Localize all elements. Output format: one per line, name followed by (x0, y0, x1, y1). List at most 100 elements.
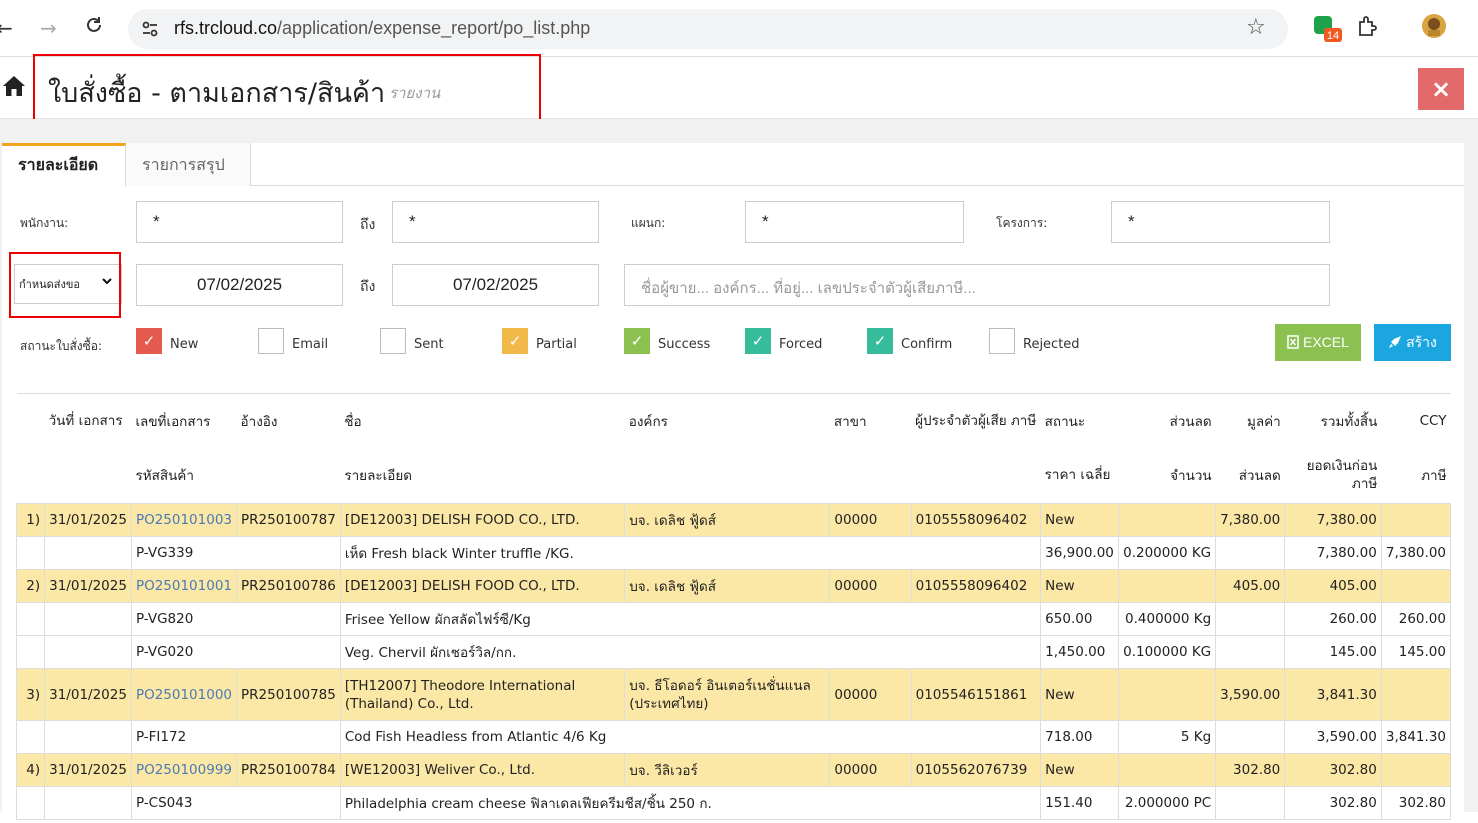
pre-tax-amount: 260.00 (1284, 602, 1382, 636)
header-cell-blank (16, 393, 45, 448)
product-code: P-VG820 (130, 602, 341, 636)
extension-icon[interactable]: 14 (1312, 14, 1342, 48)
item-discount (1215, 602, 1286, 636)
quantity: 2.000000 PC (1118, 786, 1217, 820)
status-label-new: New (170, 337, 199, 352)
product-code: P-VG339 (130, 536, 341, 570)
doc-number-link[interactable]: PO250101000 (130, 668, 238, 721)
date-from-input[interactable]: 07/02/2025 (136, 264, 343, 306)
create-button[interactable]: สร้าง (1374, 324, 1451, 361)
header-cell: ยอดเงินก่อน ภาษี (1306, 458, 1378, 493)
header-cell-blank (45, 448, 132, 504)
status-label-partial: Partial (536, 337, 577, 352)
quantity: 0.200000 KG (1118, 536, 1217, 570)
header-cell: CCY (1381, 393, 1451, 448)
date-type-select[interactable]: กำหนดส่งขอ (14, 264, 122, 304)
employee-label: พนักงาน: (20, 216, 69, 230)
reload-icon[interactable] (84, 14, 104, 42)
url-text: rfs.trcloud.co/application/expense_repor… (174, 18, 591, 38)
tax-amount: 145.00 (1380, 635, 1452, 669)
bookmark-star-icon[interactable]: ☆ (1246, 15, 1266, 40)
blank-cell (44, 720, 132, 754)
status-checkbox-success[interactable]: ✓ (624, 328, 650, 354)
doc-date: 31/01/2025 (44, 569, 132, 603)
status-checkbox-partial[interactable]: ✓ (502, 328, 528, 354)
reference: PR250100785 (236, 668, 341, 721)
description: เห็ด Fresh black Winter truffle /KG. (339, 536, 1042, 570)
date-to-input[interactable]: 07/02/2025 (392, 264, 599, 306)
total: 302.80 (1284, 753, 1382, 787)
item-row: P-VG020 Veg. Chervil ผักเชอร์วิล/กก. 1,450… (15, 635, 1452, 669)
branch: 00000 (829, 569, 912, 603)
status-checkbox-confirm[interactable]: ✓ (867, 328, 893, 354)
blank-cell (44, 786, 132, 820)
status-label-sent: Sent (414, 337, 444, 352)
date-type-value: กำหนดส่งขอ (19, 279, 80, 291)
avg-price: 36,900.00 (1040, 536, 1120, 570)
doc-number-link[interactable]: PO250101003 (130, 503, 238, 537)
status-label-confirm: Confirm (901, 337, 953, 352)
status: New (1040, 503, 1120, 537)
employee-to-input[interactable]: * (392, 201, 599, 243)
status-checkbox-forced[interactable]: ✓ (745, 328, 771, 354)
excel-button[interactable]: EXCEL (1275, 324, 1361, 361)
profile-avatar[interactable] (1420, 12, 1448, 44)
status-checkbox-rejected[interactable] (989, 328, 1015, 354)
close-button[interactable]: × (1418, 68, 1464, 110)
quantity: 5 Kg (1118, 720, 1217, 754)
status-checkbox-sent[interactable] (380, 328, 406, 354)
vendor-name: [TH12007] Theodore International (Thaila… (339, 668, 626, 721)
tax-amount: 7,380.00 (1380, 536, 1452, 570)
reference: PR250100786 (236, 569, 341, 603)
description: Philadelphia cream cheese ฟิลาเดลเฟียครี… (339, 786, 1042, 820)
product-code: P-CS043 (130, 786, 341, 820)
branch: 00000 (829, 503, 912, 537)
status: New (1040, 569, 1120, 603)
blank-cell (15, 720, 46, 754)
po-row: 4) 31/01/2025 PO250100999 PR250100784 [WE120… (15, 753, 1452, 787)
status-checkbox-email[interactable] (258, 328, 284, 354)
status: New (1040, 753, 1120, 787)
tab-detail[interactable]: รายละเอียด (2, 143, 126, 187)
status-checkbox-new[interactable]: ✓ (136, 328, 162, 354)
header-cell: ราคา เฉลี่ย (1044, 467, 1111, 484)
blank-cell (15, 536, 46, 570)
doc-number-link[interactable]: PO250100999 (130, 753, 238, 787)
tax-id: 0105562076739 (910, 753, 1042, 787)
header-cell: รหัสสินค้า (135, 468, 194, 485)
header-cell: ภาษี (1421, 468, 1447, 485)
currency (1380, 503, 1452, 537)
discount (1118, 668, 1217, 721)
doc-date: 31/01/2025 (44, 753, 132, 787)
department-input[interactable]: * (745, 201, 964, 243)
puzzle-extensions-icon[interactable] (1356, 14, 1380, 42)
extension-badge: 14 (1327, 30, 1339, 42)
site-settings-icon[interactable] (140, 19, 160, 43)
forward-icon[interactable]: → (40, 14, 57, 42)
value: 302.80 (1215, 753, 1286, 787)
page-header: ใบสั่งซื้อ - ตามเอกสาร/สินค้า รายงาน (0, 57, 1478, 119)
employee-from-input[interactable]: * (136, 201, 343, 243)
blank-cell (15, 786, 46, 820)
browser-toolbar: ← → rfs.trcloud.co/application/expense_r… (0, 0, 1478, 57)
item-row: P-FI172 Cod Fish Headless from Atlantic 4… (15, 720, 1452, 754)
doc-number-link[interactable]: PO250101001 (130, 569, 238, 603)
branch: 00000 (829, 668, 912, 721)
row-number: 1) (15, 503, 46, 537)
address-bar[interactable]: rfs.trcloud.co/application/expense_repor… (128, 9, 1288, 49)
search-input[interactable]: ชื่อผู้ขาย... องค์กร... ที่อยู่... เลขปร… (624, 264, 1330, 306)
po-row: 3) 31/01/2025 PO250101000 PR250100785 [TH120… (15, 668, 1452, 721)
doc-date: 31/01/2025 (44, 503, 132, 537)
item-row: P-VG820 Frisee Yellow ผักสลัดไฟร์ซี/Kg 650… (15, 602, 1452, 636)
pre-tax-amount: 7,380.00 (1284, 536, 1382, 570)
home-icon[interactable] (2, 75, 26, 101)
tab-summary[interactable]: รายการสรุป (126, 143, 251, 186)
po-row: 2) 31/01/2025 PO250101001 PR250100786 [DE120… (15, 569, 1452, 603)
pre-tax-amount: 302.80 (1284, 786, 1382, 820)
project-input[interactable]: * (1111, 201, 1330, 243)
status-label: สถานะใบสั่งซื้อ: (20, 339, 103, 353)
page-subtitle: รายงาน (389, 86, 441, 102)
back-icon[interactable]: ← (0, 14, 13, 42)
item-discount (1215, 720, 1286, 754)
table-header-row-1: วันที่ เอกสาร เลขที่เอกสาร อ้างอิง ชื่อ องค์… (16, 393, 1451, 448)
